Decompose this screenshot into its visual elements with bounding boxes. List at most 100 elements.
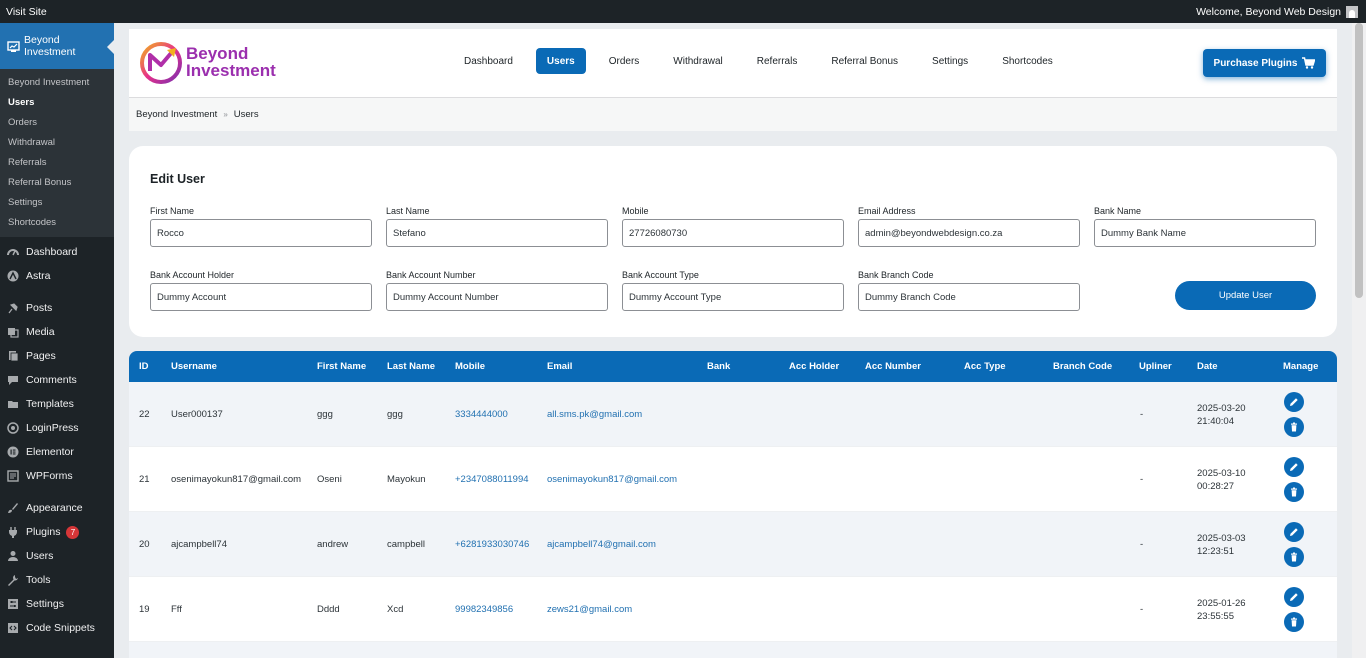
sidebar-item-media[interactable]: Media	[0, 320, 114, 344]
nav-tab-referrals[interactable]: Referrals	[740, 48, 815, 74]
column-header-first-name[interactable]: First Name	[317, 351, 366, 382]
cell-mobile[interactable]: +2347088011994	[455, 447, 529, 512]
cell-mobile-text[interactable]: +6281933030746	[455, 539, 529, 550]
cell-mobile[interactable]: 3334444000	[455, 382, 508, 447]
cell-email[interactable]: zews21@gmail.com	[547, 577, 632, 642]
field-email-address: Email Address admin@beyondwebdesign.co.za	[858, 206, 1080, 247]
field-bank-account-number: Bank Account Number Dummy Account Number	[386, 270, 608, 311]
nav-tab-settings[interactable]: Settings	[915, 48, 985, 74]
cell-upliner: -	[1140, 474, 1144, 485]
first-name-input[interactable]: Rocco	[150, 219, 372, 247]
edit-user-button[interactable]	[1284, 457, 1304, 477]
sidebar-item-settings[interactable]: Settings	[0, 592, 114, 616]
cell-mobile-text[interactable]: +2347088011994	[455, 474, 529, 485]
delete-user-button[interactable]	[1284, 417, 1304, 437]
nav-tab-orders[interactable]: Orders	[592, 48, 657, 74]
pencil-icon	[1290, 398, 1298, 406]
sidebar-item-tools[interactable]: Tools	[0, 568, 114, 592]
sidebar-item-plugins[interactable]: Plugins 7	[0, 520, 114, 544]
cell-email[interactable]: all.sms.pk@gmail.com	[547, 382, 642, 447]
submenu-item-orders[interactable]: Orders	[0, 113, 114, 133]
cell-email-text[interactable]: all.sms.pk@gmail.com	[547, 409, 642, 420]
bank-account-number-input[interactable]: Dummy Account Number	[386, 283, 608, 311]
sidebar-item-wpforms[interactable]: WPForms	[0, 464, 114, 488]
submenu-item-settings[interactable]: Settings	[0, 193, 114, 213]
cell-email-text[interactable]: osenimayokun817@gmail.com	[547, 474, 677, 485]
cell-email-text[interactable]: zews21@gmail.com	[547, 604, 632, 615]
purchase-label: Purchase Plugins	[1213, 57, 1298, 69]
submenu-item-referrals[interactable]: Referrals	[0, 153, 114, 173]
sidebar-item-label: LoginPress	[26, 422, 79, 434]
edit-user-button[interactable]	[1284, 522, 1304, 542]
sidebar-item-label: Elementor	[26, 446, 74, 458]
sidebar-item-appearance[interactable]: Appearance	[0, 496, 114, 520]
column-header-acc-type[interactable]: Acc Type	[964, 351, 1006, 382]
visit-site-link[interactable]: Visit Site	[6, 6, 47, 18]
nav-tab-withdrawal[interactable]: Withdrawal	[656, 48, 739, 74]
column-header-id[interactable]: ID	[139, 351, 149, 382]
submenu-item-beyond-investment[interactable]: Beyond Investment	[0, 73, 114, 93]
bank-account-holder-input[interactable]: Dummy Account	[150, 283, 372, 311]
delete-user-button[interactable]	[1284, 612, 1304, 632]
bank-name-input[interactable]: Dummy Bank Name	[1094, 219, 1316, 247]
cell-email[interactable]: ajcampbell74@gmail.com	[547, 512, 656, 577]
welcome-user[interactable]: Welcome, Beyond Web Design	[1196, 5, 1358, 18]
page-scrollbar[interactable]	[1352, 23, 1366, 658]
cell-email[interactable]: osenimayokun817@gmail.com	[547, 447, 677, 512]
scrollbar-thumb[interactable]	[1355, 23, 1363, 298]
sidebar-item-users[interactable]: Users	[0, 544, 114, 568]
sidebar-item-loginpress[interactable]: LoginPress	[0, 416, 114, 440]
cell-mobile-text[interactable]: 3334444000	[455, 409, 508, 420]
column-header-mobile[interactable]: Mobile	[455, 351, 485, 382]
cell-last-text: ggg	[387, 409, 403, 420]
wpforms-icon	[6, 469, 20, 483]
sidebar-item-pages[interactable]: Pages	[0, 344, 114, 368]
delete-user-button[interactable]	[1284, 547, 1304, 567]
sidebar-item-posts[interactable]: Posts	[0, 296, 114, 320]
sidebar-item-astra[interactable]: Astra	[0, 264, 114, 288]
mobile-input[interactable]: 27726080730	[622, 219, 844, 247]
column-header-date[interactable]: Date	[1197, 351, 1218, 382]
column-header-username[interactable]: Username	[171, 351, 217, 382]
breadcrumb-root[interactable]: Beyond Investment	[136, 109, 217, 120]
delete-user-button[interactable]	[1284, 482, 1304, 502]
last-name-input[interactable]: Stefano	[386, 219, 608, 247]
sidebar-item-elementor[interactable]: Elementor	[0, 440, 114, 464]
logo[interactable]: Beyond Investment	[139, 40, 276, 84]
sidebar-item-templates[interactable]: Templates	[0, 392, 114, 416]
submenu-item-referral-bonus[interactable]: Referral Bonus	[0, 173, 114, 193]
edit-user-title: Edit User	[150, 172, 205, 186]
sidebar-item-comments[interactable]: Comments	[0, 368, 114, 392]
sidebar-item-dashboard[interactable]: Dashboard	[0, 240, 114, 264]
cell-mobile[interactable]: +6281933030746	[455, 512, 529, 577]
column-header-upliner[interactable]: Upliner	[1139, 351, 1172, 382]
nav-tab-shortcodes[interactable]: Shortcodes	[985, 48, 1070, 74]
column-header-manage[interactable]: Manage	[1283, 351, 1318, 382]
column-header-email[interactable]: Email	[547, 351, 572, 382]
sidebar-item-code-snippets[interactable]: Code Snippets	[0, 616, 114, 640]
edit-user-button[interactable]	[1284, 392, 1304, 412]
bank-branch-code-input[interactable]: Dummy Branch Code	[858, 283, 1080, 311]
cell-mobile-text[interactable]: 99982349856	[455, 604, 513, 615]
column-header-acc-holder[interactable]: Acc Holder	[789, 351, 839, 382]
nav-tab-users[interactable]: Users	[535, 48, 586, 74]
cell-mobile[interactable]: 99982349856	[455, 577, 513, 642]
nav-tab-referral-bonus[interactable]: Referral Bonus	[814, 48, 915, 74]
column-header-bank[interactable]: Bank	[707, 351, 730, 382]
column-header-branch-code[interactable]: Branch Code	[1053, 351, 1112, 382]
update-user-button[interactable]: Update User	[1175, 281, 1316, 310]
email-address-input[interactable]: admin@beyondwebdesign.co.za	[858, 219, 1080, 247]
bank-account-type-input[interactable]: Dummy Account Type	[622, 283, 844, 311]
sidebar-item-beyond-investment[interactable]: Beyond Investment	[0, 23, 114, 69]
nav-tab-dashboard[interactable]: Dashboard	[447, 48, 530, 74]
purchase-plugins-button[interactable]: Purchase Plugins	[1203, 49, 1326, 77]
submenu-item-shortcodes[interactable]: Shortcodes	[0, 213, 114, 233]
column-header-acc-number[interactable]: Acc Number	[865, 351, 921, 382]
column-header-last-name[interactable]: Last Name	[387, 351, 435, 382]
edit-user-button[interactable]	[1284, 587, 1304, 607]
plugin-header: Beyond Investment Dashboard Users Orders Wi…	[129, 29, 1337, 98]
cell-email-text[interactable]: ajcampbell74@gmail.com	[547, 539, 656, 550]
cell-first-text: Oseni	[317, 474, 342, 485]
submenu-item-users[interactable]: Users	[0, 93, 114, 113]
submenu-item-withdrawal[interactable]: Withdrawal	[0, 133, 114, 153]
